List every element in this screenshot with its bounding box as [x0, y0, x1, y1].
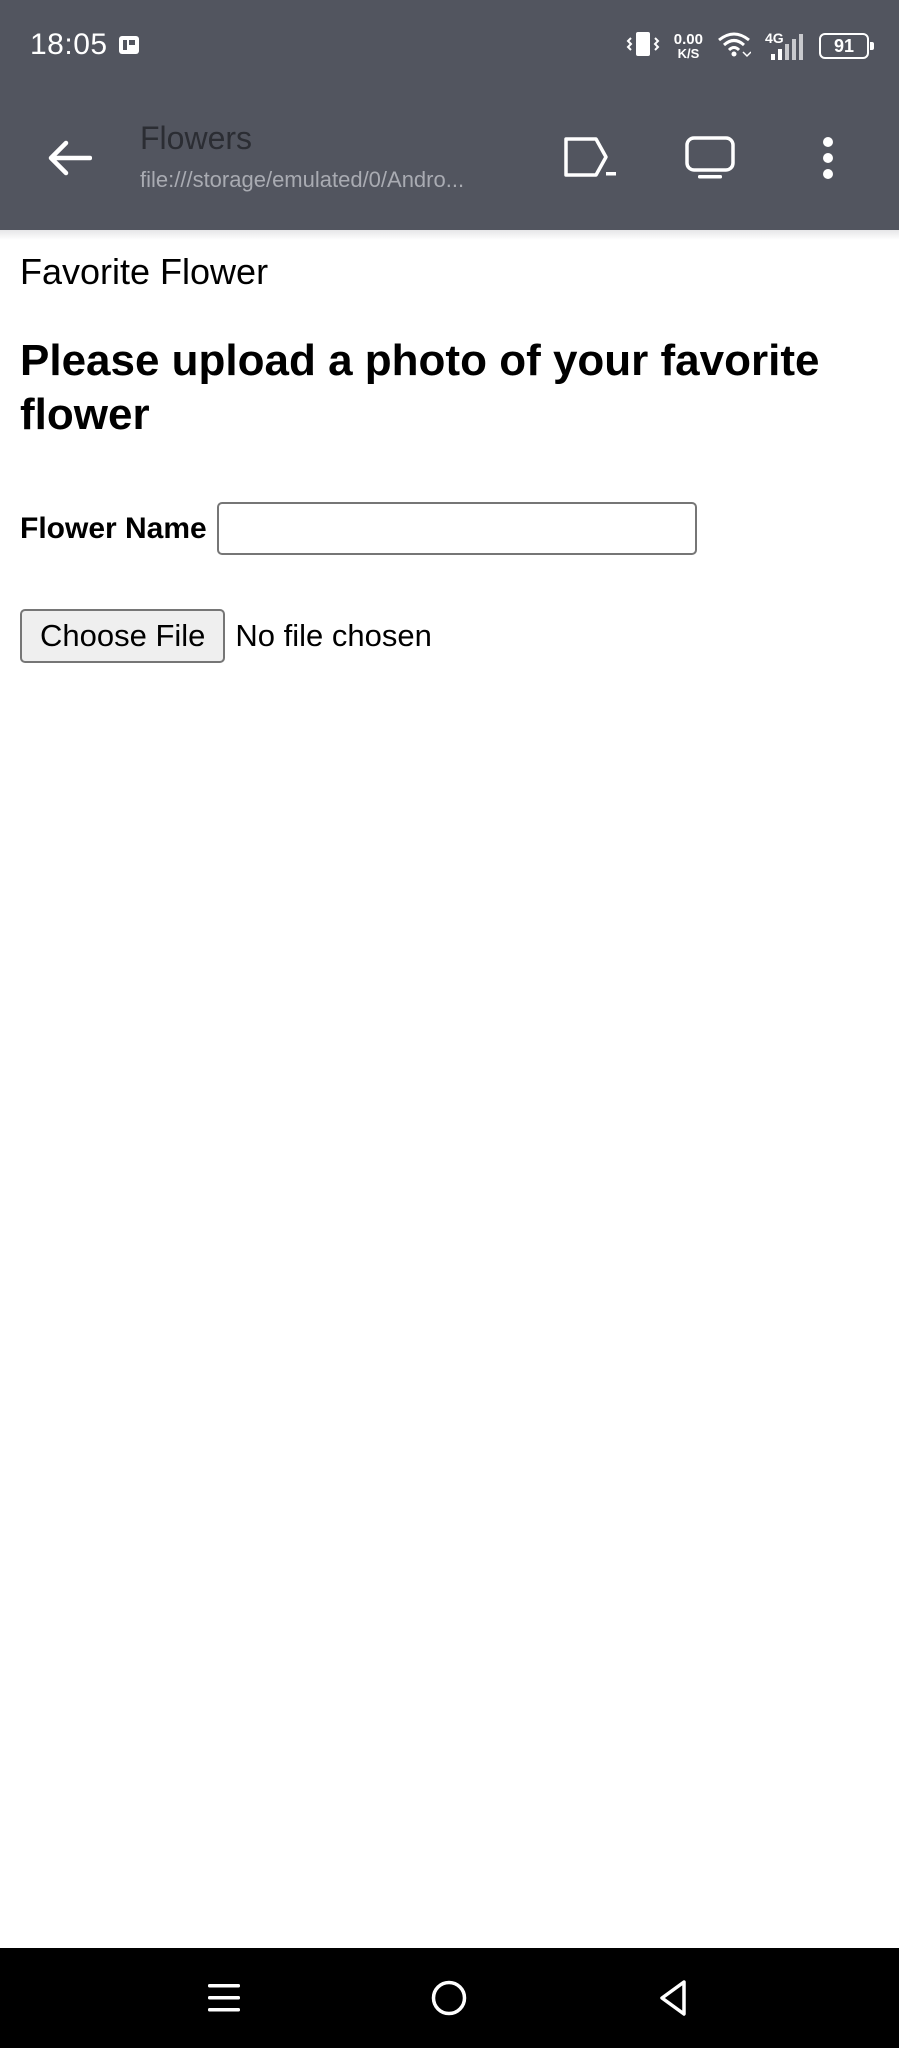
recent-apps-button[interactable]	[194, 1972, 254, 2024]
more-vert-icon	[823, 137, 833, 179]
desktop-icon	[685, 136, 735, 179]
wifi-icon	[717, 30, 752, 63]
status-icons: 0.00 K/S 4G 91	[626, 24, 874, 68]
vibrate-icon	[626, 30, 660, 63]
navigation-bar	[0, 1948, 899, 2048]
signal-icon: 4G	[765, 30, 805, 62]
web-content: Favorite Flower Please upload a photo of…	[20, 248, 880, 663]
home-icon	[431, 1980, 467, 2016]
app-bar-shadow	[0, 230, 899, 240]
choose-file-button[interactable]: Choose File	[20, 609, 226, 663]
home-button[interactable]	[419, 1972, 479, 2024]
flower-name-label: Flower Name	[20, 511, 207, 545]
app-bar: Flowers file:///storage/emulated/0/Andro…	[0, 92, 899, 230]
document-title: Favorite Flower	[20, 251, 269, 292]
menu-icon	[208, 1984, 240, 2012]
status-time: 18:05	[30, 28, 108, 61]
back-button[interactable]	[40, 128, 100, 188]
flower-name-row: Flower Name	[20, 502, 880, 555]
desktop-mode-button[interactable]	[680, 128, 740, 188]
status-bar: 18:05 0.00 K/S 4G 91	[0, 0, 899, 92]
net-speed-unit: K/S	[677, 46, 700, 61]
battery-icon: 91	[819, 33, 874, 59]
battery-level: 91	[833, 35, 855, 56]
more-options-button[interactable]	[798, 128, 858, 188]
tab-switch-icon	[564, 137, 616, 177]
file-status-text: No file chosen	[235, 618, 432, 653]
back-icon	[660, 1980, 686, 2016]
page-url: file:///storage/emulated/0/Andro...	[140, 167, 465, 192]
tab-switch-button[interactable]	[560, 128, 620, 188]
app-notification-icon	[118, 34, 140, 56]
page-title-bar: Flowers	[140, 120, 253, 156]
net-speed-value: 0.00	[673, 31, 703, 48]
system-back-button[interactable]	[643, 1972, 703, 2024]
title-block: Flowers file:///storage/emulated/0/Andro…	[140, 120, 540, 193]
upload-heading: Please upload a photo of your favorite f…	[20, 336, 820, 439]
flower-name-input[interactable]	[216, 502, 697, 555]
back-arrow-icon	[48, 140, 92, 176]
net-speed: 0.00 K/S	[674, 32, 703, 60]
file-upload-row: Choose File No file chosen	[20, 609, 880, 663]
